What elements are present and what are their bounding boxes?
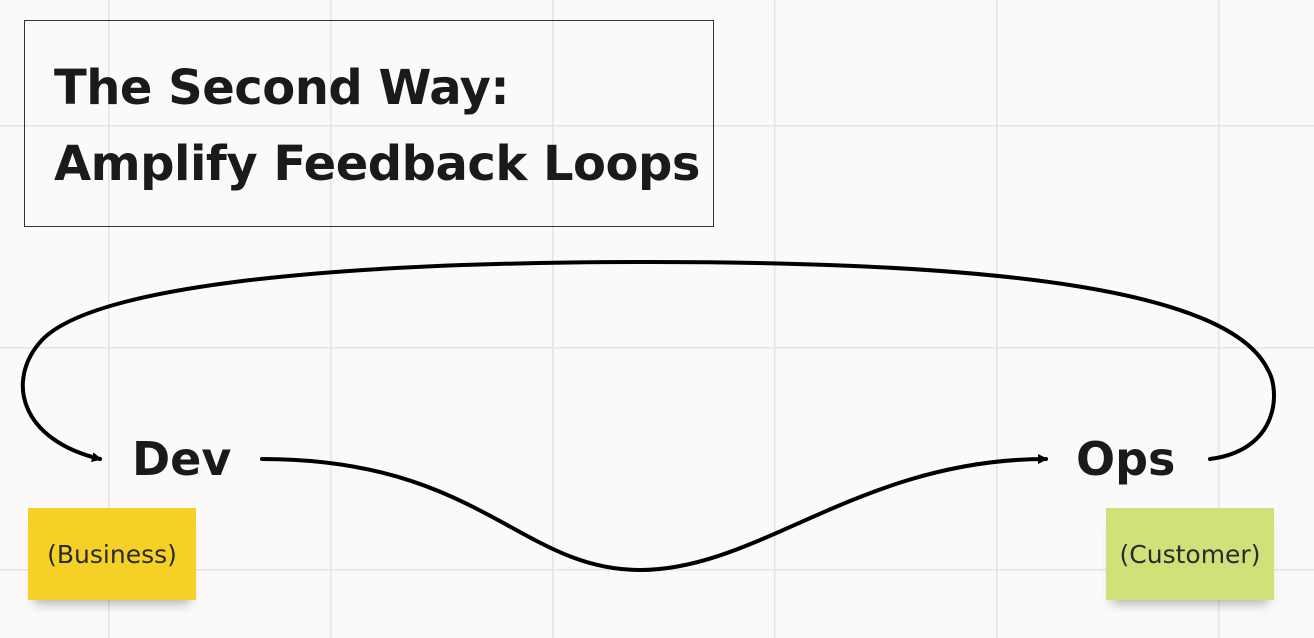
ops-label[interactable]: Ops [1076, 436, 1175, 482]
sticky-note-customer[interactable]: (Customer) [1106, 508, 1274, 600]
sticky-note-customer-text: (Customer) [1119, 539, 1261, 569]
sticky-note-business[interactable]: (Business) [28, 508, 196, 600]
dev-to-ops-arrow[interactable] [260, 454, 1048, 573]
sticky-note-business-text: (Business) [47, 539, 177, 569]
dev-label[interactable]: Dev [132, 436, 231, 482]
ops-to-dev-feedback-arrow[interactable] [20, 259, 1276, 463]
